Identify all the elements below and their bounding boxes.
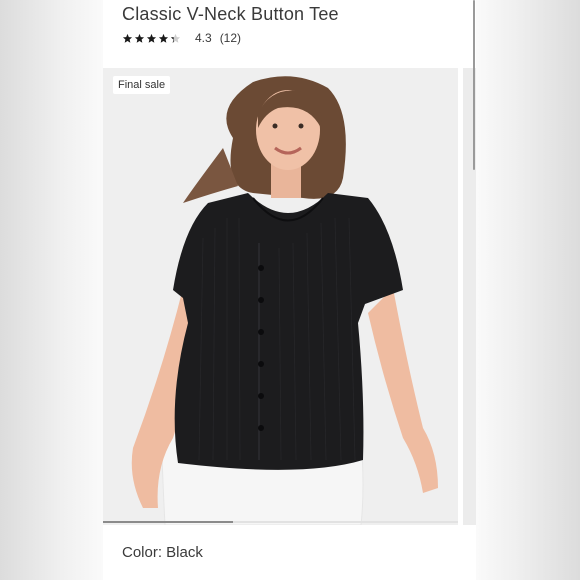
selected-color-label: Color: Black: [122, 544, 203, 561]
background-blur-left: [0, 0, 103, 580]
page-scrollbar[interactable]: [473, 0, 475, 170]
final-sale-badge: Final sale: [113, 76, 171, 94]
product-panel: Classic V-Neck Button Tee 4.3 (12) Final…: [103, 0, 476, 580]
carousel-progress-track: [103, 521, 458, 523]
carousel-progress-thumb[interactable]: [103, 521, 233, 523]
star-full-icon: [146, 33, 157, 44]
star-partial-icon: [170, 33, 181, 44]
star-full-icon: [134, 33, 145, 44]
product-rating[interactable]: 4.3 (12): [122, 31, 241, 45]
model-illustration: [103, 68, 458, 525]
background-blur-right: [476, 0, 580, 580]
star-rating: [122, 33, 181, 44]
product-photo[interactable]: Final sale: [103, 68, 458, 525]
rating-value: 4.3: [195, 31, 212, 45]
review-count-link[interactable]: (12): [220, 31, 241, 45]
star-full-icon: [122, 33, 133, 44]
star-full-icon: [158, 33, 169, 44]
product-title: Classic V-Neck Button Tee: [122, 4, 339, 24]
